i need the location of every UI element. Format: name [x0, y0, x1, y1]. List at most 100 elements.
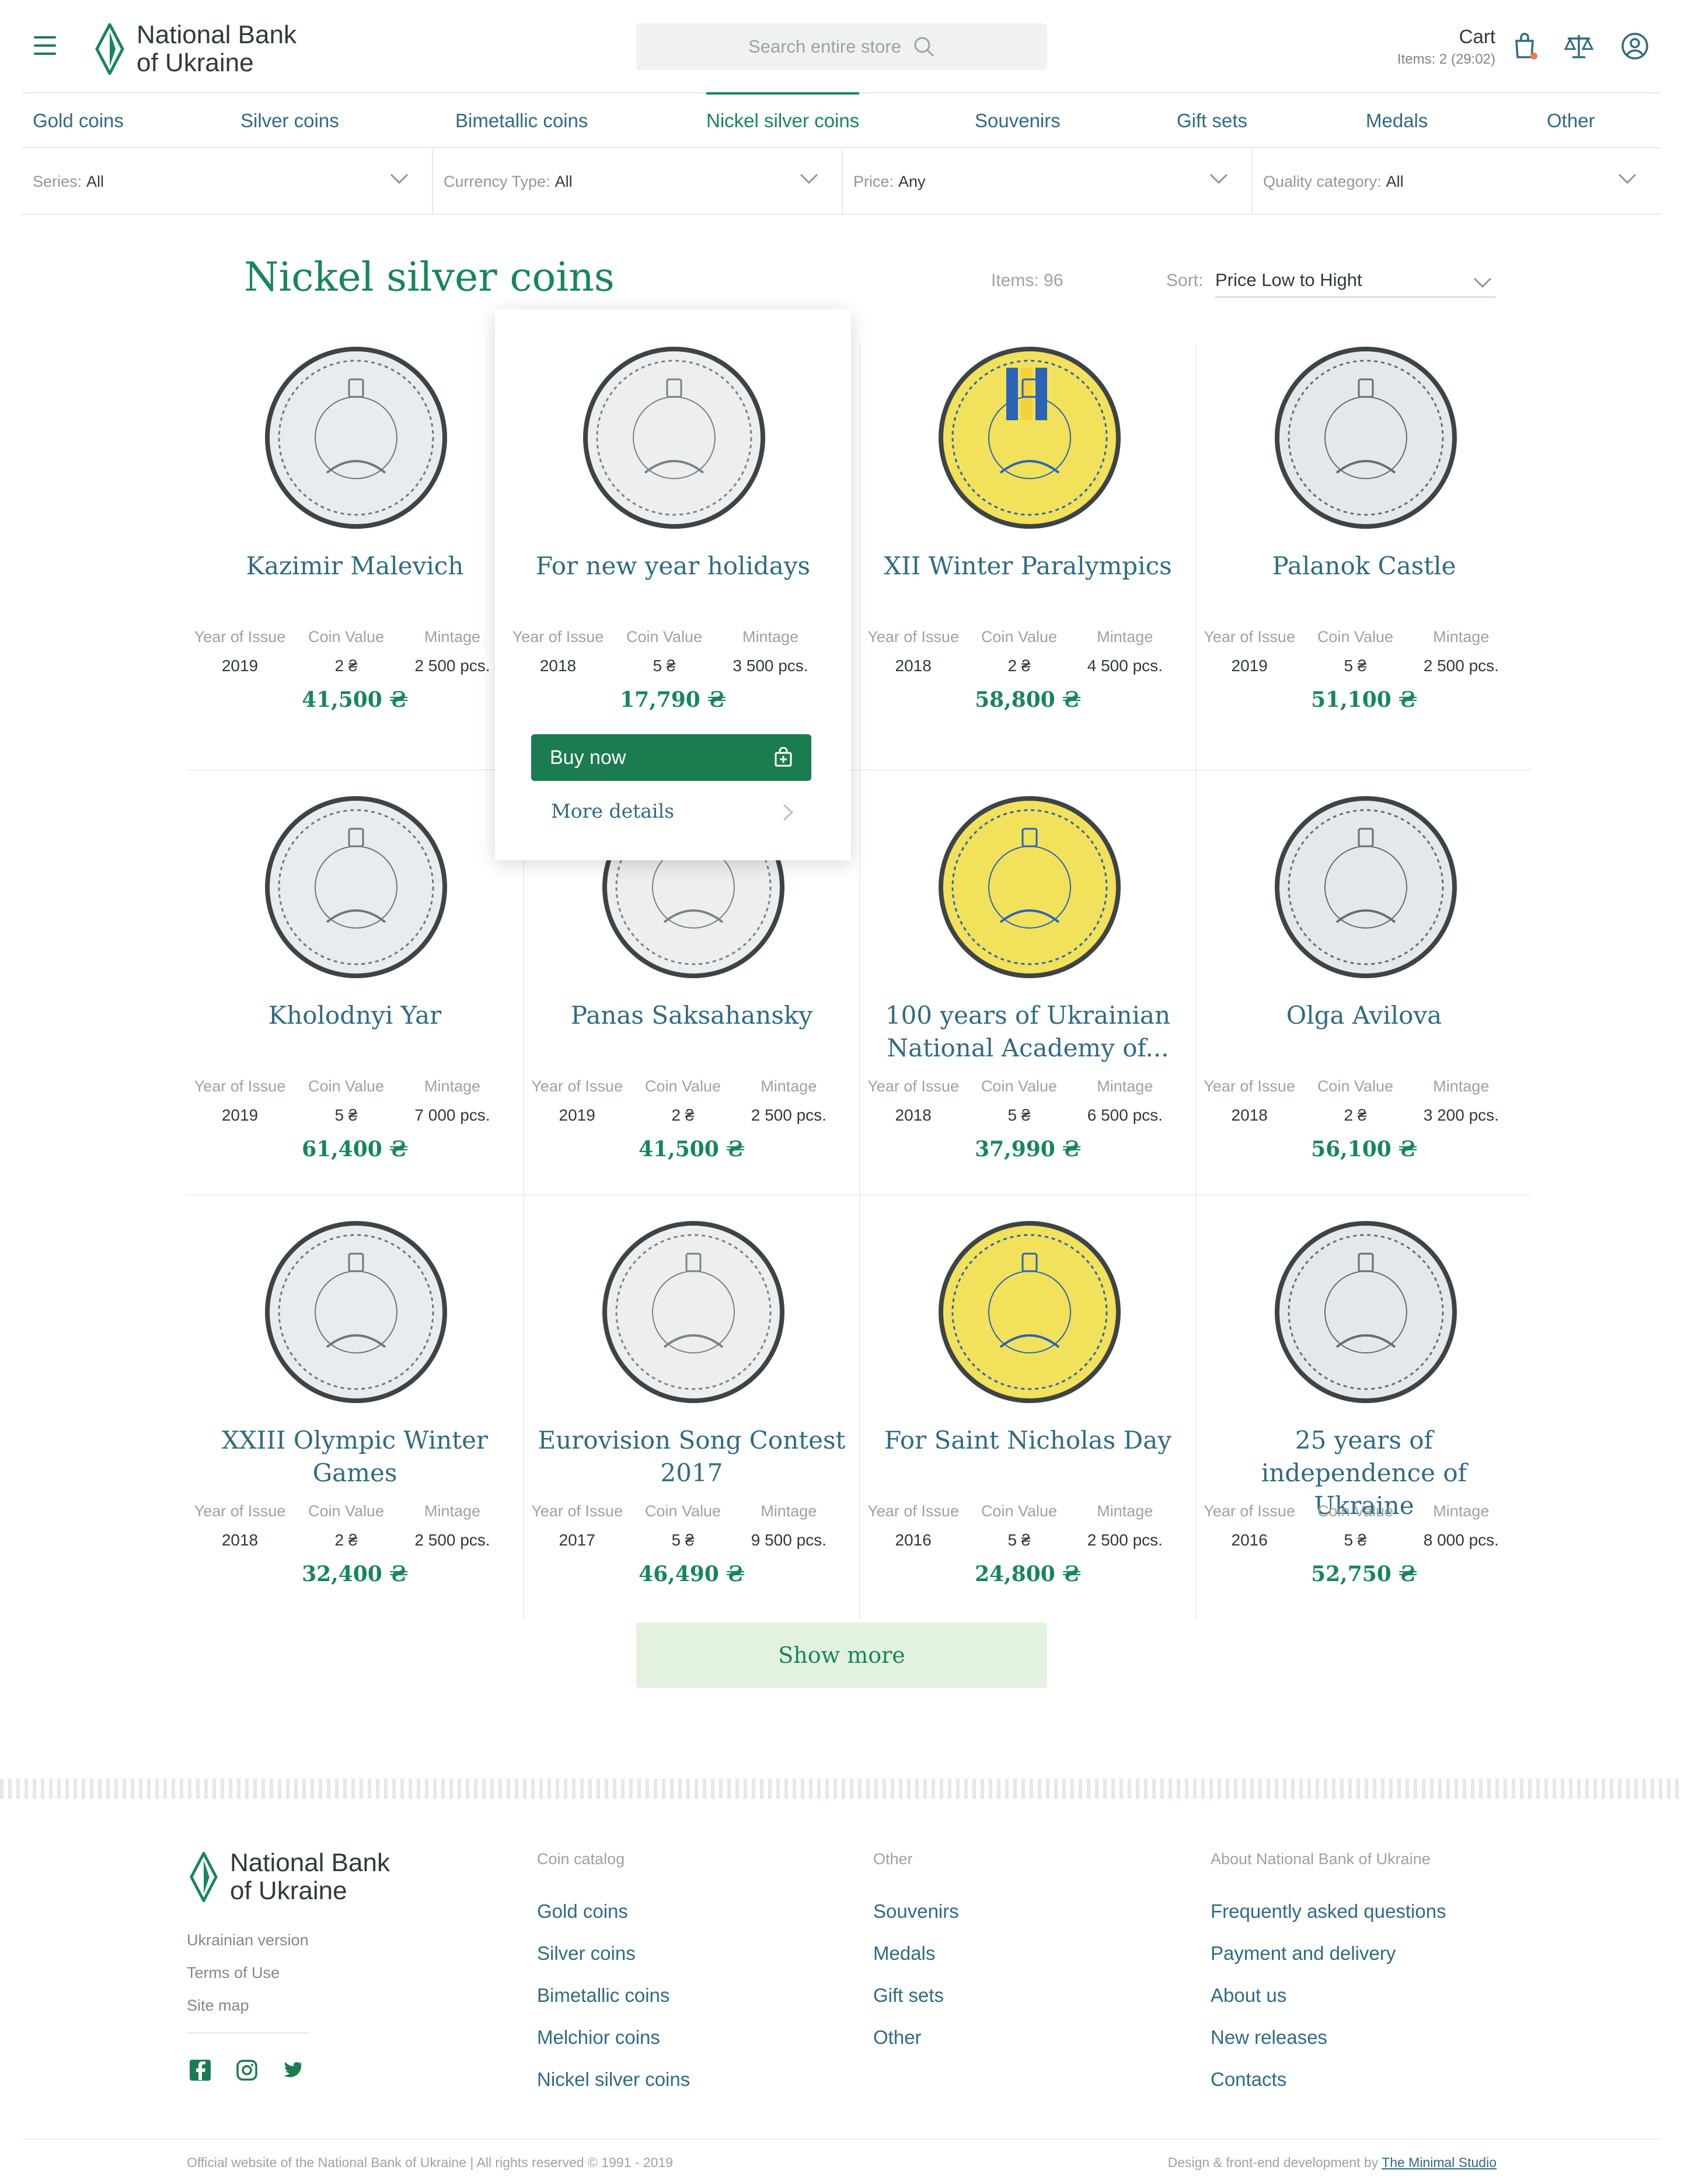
- footer-col-about: About National Bank of Ukraine Frequentl…: [1211, 1850, 1446, 2101]
- footer-link-new-releases[interactable]: New releases: [1211, 2016, 1446, 2059]
- coin-value-label: Coin Value: [981, 1077, 1058, 1095]
- chevron-down-icon: [1618, 173, 1637, 184]
- footer-link-gift-sets[interactable]: Gift sets: [873, 1974, 959, 2016]
- sort-select[interactable]: Price Low to Hight: [1215, 261, 1495, 298]
- year-value: 2018: [1231, 1106, 1268, 1124]
- product-name[interactable]: For new year holidays: [517, 550, 829, 582]
- year-label: Year of Issue: [531, 1502, 623, 1520]
- footer-link-souvenirs[interactable]: Souvenirs: [873, 1890, 959, 1932]
- currency-filter[interactable]: Currency Type: All: [433, 149, 843, 214]
- tab-nickel-silver-coins[interactable]: Nickel silver coins: [706, 92, 860, 132]
- coin-value-label: Coin Value: [1317, 628, 1394, 646]
- coin-value: 5 ₴: [1344, 657, 1367, 675]
- credit: Design & front-end development by The Mi…: [1168, 2155, 1497, 2171]
- buy-now-button[interactable]: Buy now: [531, 734, 811, 781]
- show-more-button[interactable]: Show more: [636, 1623, 1047, 1688]
- account-icon[interactable]: [1619, 30, 1651, 62]
- product-name[interactable]: Panas Saksahansky: [536, 999, 848, 1032]
- product-card[interactable]: Palanok Castle Year of Issue 2019 Coin Valu…: [1195, 344, 1532, 769]
- product-name[interactable]: Kholodnyi Yar: [198, 999, 511, 1032]
- footer-link-faq[interactable]: Frequently asked questions: [1211, 1890, 1446, 1932]
- mintage-label: Mintage: [761, 1502, 817, 1520]
- product-card-hover[interactable]: For new year holidays Year of Issue 2018 Co…: [495, 309, 851, 860]
- compare-scales-icon[interactable]: [1563, 30, 1595, 62]
- footer-link-gold[interactable]: Gold coins: [537, 1890, 690, 1932]
- search-icon[interactable]: [913, 36, 935, 58]
- tab-gold-coins[interactable]: Gold coins: [33, 110, 124, 132]
- product-card[interactable]: Kholodnyi Yar Year of Issue 2019 Coin Value…: [187, 769, 523, 1194]
- product-card[interactable]: XII Winter Paralympics Year of Issue 2018 C…: [859, 344, 1195, 769]
- mintage-value: 2 500 pcs.: [1423, 657, 1499, 675]
- footer-link-other[interactable]: Other: [873, 2016, 959, 2059]
- mintage-label: Mintage: [424, 1077, 481, 1095]
- tab-medals[interactable]: Medals: [1366, 110, 1428, 132]
- tab-gift-sets[interactable]: Gift sets: [1177, 110, 1247, 132]
- olympic-coin-icon: [265, 1221, 447, 1403]
- search-input[interactable]: Search entire store: [636, 23, 1047, 70]
- footer-link-medals[interactable]: Medals: [873, 1932, 959, 1974]
- tab-other[interactable]: Other: [1547, 110, 1595, 132]
- year-value: 2019: [1231, 657, 1268, 675]
- footer-link-silver[interactable]: Silver coins: [537, 1932, 690, 1974]
- instagram-icon[interactable]: [235, 2058, 259, 2082]
- footer-link-melchior[interactable]: Melchior coins: [537, 2016, 690, 2059]
- coin-value: 5 ₴: [334, 1106, 358, 1124]
- chevron-down-icon: [800, 173, 818, 184]
- quality-filter[interactable]: Quality category: All: [1253, 149, 1660, 214]
- twitter-icon[interactable]: [280, 2058, 305, 2082]
- footer-link-nickel[interactable]: Nickel silver coins: [537, 2059, 690, 2101]
- mintage-value: 2 500 pcs.: [414, 657, 490, 675]
- product-name[interactable]: 100 years of Ukrainian National Academy …: [872, 999, 1184, 1065]
- cart-bag-icon[interactable]: [1509, 30, 1541, 62]
- product-name[interactable]: Eurovision Song Contest 2017: [536, 1424, 848, 1489]
- product-name[interactable]: XII Winter Paralympics: [872, 550, 1184, 582]
- product-name[interactable]: XXIII Olympic Winter Games: [198, 1424, 511, 1489]
- tab-bimetallic-coins[interactable]: Bimetallic coins: [455, 110, 588, 132]
- year-label: Year of Issue: [194, 1077, 286, 1095]
- terms-link[interactable]: Terms of Use: [187, 1956, 309, 1989]
- product-card[interactable]: For Saint Nicholas Day Year of Issue 2016 C…: [859, 1194, 1195, 1619]
- footer-link-payment[interactable]: Payment and delivery: [1211, 1932, 1446, 1974]
- year-label: Year of Issue: [512, 628, 604, 646]
- product-card[interactable]: Olga Avilova Year of Issue 2018 Coin Value 2…: [1195, 769, 1532, 1194]
- more-details-link[interactable]: More details: [551, 800, 794, 822]
- buy-now-label: Buy now: [550, 746, 626, 769]
- footer-logo[interactable]: National Bank of Ukraine: [188, 1849, 390, 1905]
- footer-link-bimetallic[interactable]: Bimetallic coins: [537, 1974, 690, 2016]
- footer-link-contacts[interactable]: Contacts: [1211, 2059, 1446, 2101]
- product-name[interactable]: Olga Avilova: [1208, 999, 1520, 1032]
- price-filter[interactable]: Price: Any: [843, 149, 1253, 214]
- mintage-value: 3 500 pcs.: [733, 657, 808, 675]
- product-card[interactable]: Eurovision Song Contest 2017 Year of Issu…: [523, 1194, 859, 1619]
- mintage-label: Mintage: [424, 628, 481, 646]
- tab-silver-coins[interactable]: Silver coins: [240, 110, 339, 132]
- product-card[interactable]: 100 years of Ukrainian National Academy …: [859, 769, 1195, 1194]
- ukrainian-version-link[interactable]: Ukrainian version: [187, 1924, 309, 1956]
- product-card[interactable]: Kazimir Malevich Year of Issue 2019 Coin Va…: [187, 344, 523, 769]
- page-title: Nickel silver coins: [244, 254, 615, 301]
- product-card[interactable]: 25 years of independence of Ukraine Year …: [1195, 1194, 1532, 1619]
- mintage-label: Mintage: [761, 1077, 817, 1095]
- year-value: 2016: [1231, 1531, 1268, 1549]
- site-map-link[interactable]: Site map: [187, 1989, 309, 2022]
- product-card[interactable]: For new year holidays Year of Issue 2018 Co…: [505, 344, 841, 769]
- coin-value: 5 ₴: [653, 657, 676, 675]
- footer-link-about[interactable]: About us: [1211, 1974, 1446, 2016]
- price-label: Price:: [853, 172, 894, 190]
- site-logo[interactable]: National Bank of Ukraine: [93, 21, 297, 77]
- tab-souvenirs[interactable]: Souvenirs: [975, 110, 1061, 132]
- series-filter[interactable]: Series: All: [22, 149, 433, 214]
- product-name[interactable]: Kazimir Malevich: [198, 550, 511, 582]
- mintage-value: 9 500 pcs.: [751, 1531, 826, 1549]
- product-name[interactable]: For Saint Nicholas Day: [872, 1424, 1184, 1457]
- product-card[interactable]: XXIII Olympic Winter Games Year of Issue 2…: [187, 1194, 523, 1619]
- year-label: Year of Issue: [1204, 628, 1295, 646]
- credit-link[interactable]: The Minimal Studio: [1382, 2155, 1497, 2170]
- facebook-icon[interactable]: [188, 2058, 212, 2082]
- product-name[interactable]: Palanok Castle: [1208, 550, 1520, 582]
- cart-summary[interactable]: Cart Items: 2 (29:02): [1397, 26, 1495, 68]
- malevich-coin-icon: [265, 347, 447, 529]
- product-price: 46,490 ₴: [639, 1562, 745, 1586]
- menu-icon[interactable]: [34, 36, 56, 55]
- footer-bottom-rule: [22, 2138, 1660, 2140]
